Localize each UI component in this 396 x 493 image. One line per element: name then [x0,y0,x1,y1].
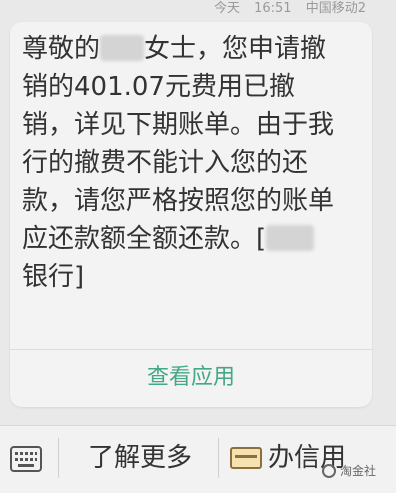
sms-line-part: 应还款额全额还款。[ [22,224,267,254]
bottom-bar: 了解更多 办信用 [0,425,396,493]
sms-line: 行的撤费不能计入您的还 [22,148,309,178]
watermark-icon [322,463,336,478]
sms-line: 应还款额全额还款。[ [22,220,372,258]
keyboard-icon[interactable] [8,440,44,476]
bar-separator [58,438,59,478]
sms-line-part: 尊敬的 [22,34,101,64]
bar-separator [218,438,219,478]
watermark: 淘金社 [322,462,376,479]
sms-line: 销，详见下期账单。由于我 [22,110,335,140]
message-meta: 今天 16:51 中国移动2 [0,0,396,22]
sms-line: 尊敬的 女士，您申请撤 [22,30,372,68]
redacted-bank [266,225,315,251]
meta-day: 今天 [213,1,240,16]
view-app-link[interactable]: 查看应用 [10,355,372,400]
watermark-text: 淘金社 [340,464,377,478]
sms-line: 销的401.07元费用已撤 [22,72,295,102]
bubble-divider [10,349,372,350]
redacted-name [100,35,145,61]
meta-time: 16:51 [254,1,292,16]
learn-more-button[interactable]: 了解更多 [88,440,192,476]
sms-line: 银行] [22,262,85,292]
sms-line-part: 女士，您申请撤 [144,34,327,64]
sms-line: 款，请您严格按照您的账单 [22,186,335,216]
credit-card-icon [230,447,262,469]
sms-text: 尊敬的 女士，您申请撤 销的401.07元费用已撤 销，详见下期账单。由于我 行的… [22,30,372,296]
meta-carrier: 中国移动2 [305,1,366,16]
